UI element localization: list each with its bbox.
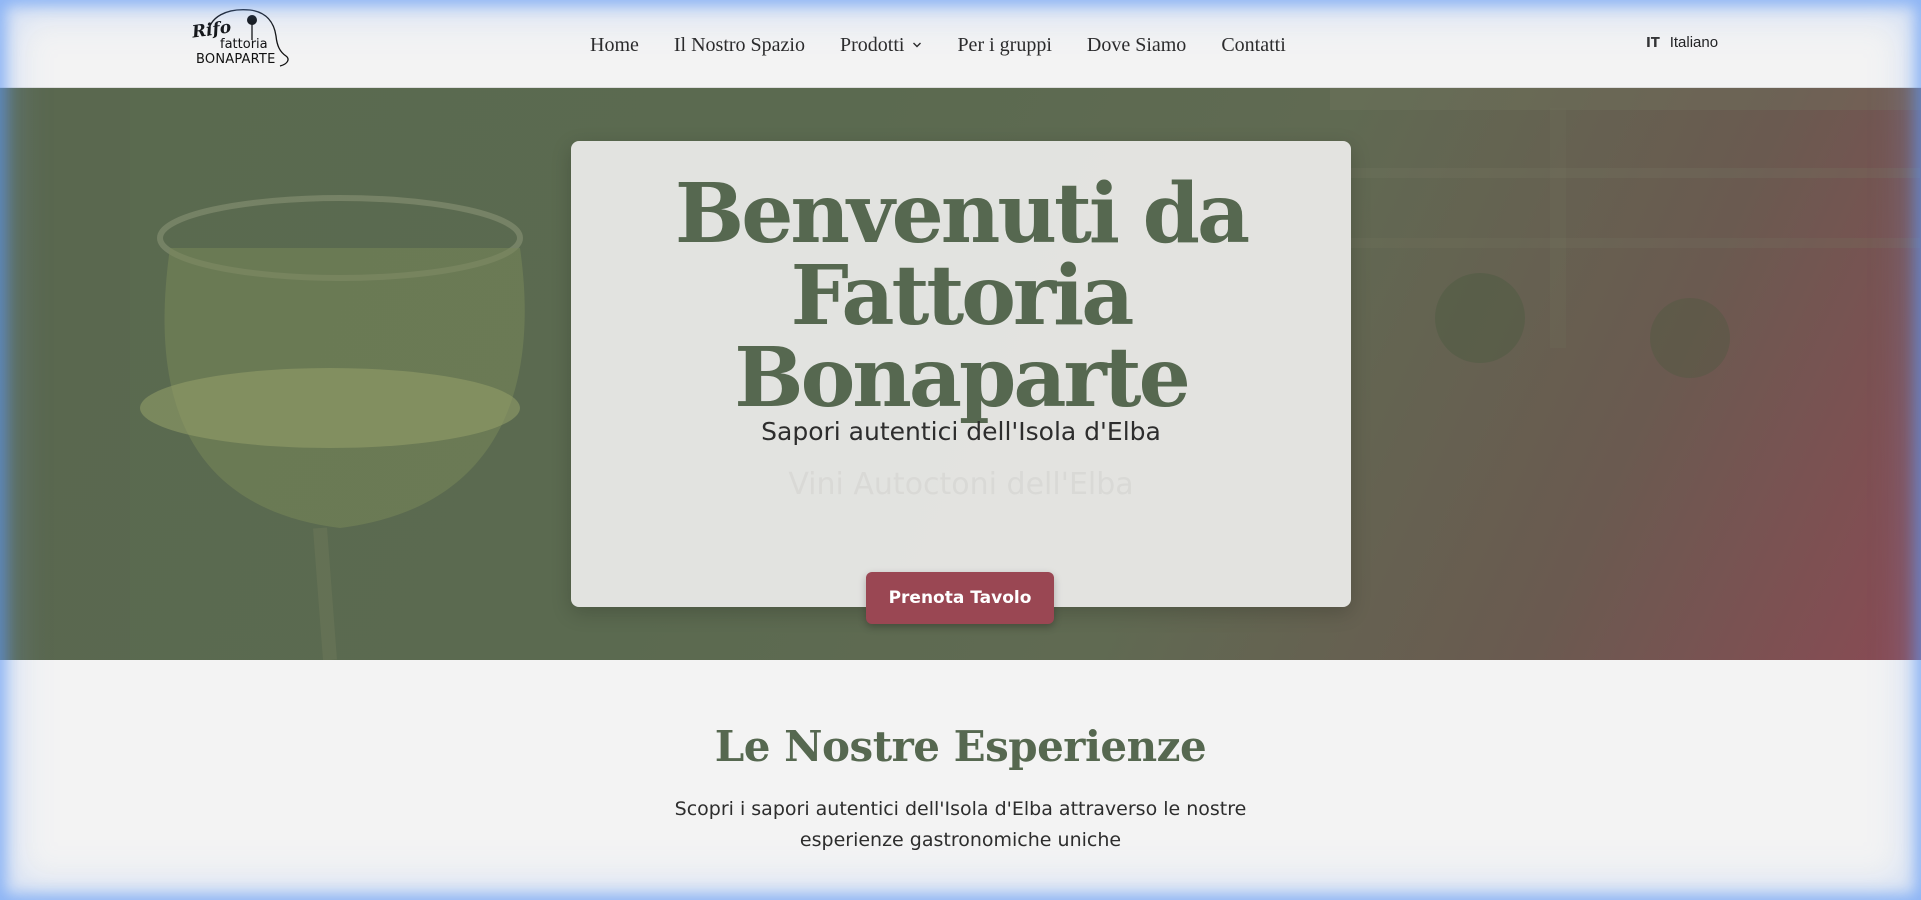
nav-dove-siamo[interactable]: Dove Siamo bbox=[1087, 34, 1186, 57]
hero-section: Benvenuti da Fattoria Bonaparte Sapori a… bbox=[0, 88, 1921, 660]
logo-line-bonaparte: BONAPARTE bbox=[196, 52, 276, 67]
experiences-title: Le Nostre Esperienze bbox=[714, 722, 1207, 771]
hero-card: Benvenuti da Fattoria Bonaparte Sapori a… bbox=[571, 141, 1351, 624]
main-nav: Home Il Nostro Spazio Prodotti Per i gru… bbox=[590, 30, 1286, 60]
hero-tagline: Vini Autoctoni dell'Elba bbox=[788, 467, 1134, 502]
chevron-down-icon bbox=[913, 42, 922, 48]
experiences-description: Scopri i sapori autentici dell'Isola d'E… bbox=[674, 798, 1247, 851]
nav-contatti-label: Contatti bbox=[1221, 33, 1286, 56]
hero-subtitle: Sapori autentici dell'Isola d'Elba bbox=[761, 417, 1161, 446]
hero-title: Benvenuti da Fattoria Bonaparte bbox=[571, 173, 1351, 419]
nav-home[interactable]: Home bbox=[590, 34, 639, 57]
logo-line-fattoria: fattoria bbox=[220, 37, 268, 52]
nav-home-label: Home bbox=[590, 33, 639, 56]
nav-prodotti-label: Prodotti bbox=[839, 33, 905, 56]
book-table-button[interactable]: Prenota Tavolo bbox=[866, 572, 1054, 624]
language-selector[interactable]: IT Italiano bbox=[1646, 34, 1718, 51]
nav-per-i-gruppi[interactable]: Per i gruppi bbox=[957, 34, 1051, 57]
nav-il-nostro-spazio[interactable]: Il Nostro Spazio bbox=[674, 34, 805, 57]
nav-dove-siamo-label: Dove Siamo bbox=[1086, 33, 1187, 56]
nav-contatti[interactable]: Contatti bbox=[1221, 34, 1285, 57]
nav-il-nostro-spazio-label: Il Nostro Spazio bbox=[673, 33, 805, 56]
nav-per-i-gruppi-label: Per i gruppi bbox=[957, 33, 1052, 56]
language-label: Italiano bbox=[1669, 34, 1719, 51]
nav-prodotti[interactable]: Prodotti bbox=[840, 34, 922, 57]
hero-title-line2: Fattoria Bonaparte bbox=[734, 248, 1190, 426]
site-logo[interactable]: Rifo fattoria BONAPARTE bbox=[188, 6, 298, 72]
site-header: Rifo fattoria BONAPARTE Home Il Nostro S… bbox=[0, 0, 1921, 88]
language-code: IT bbox=[1646, 36, 1660, 51]
